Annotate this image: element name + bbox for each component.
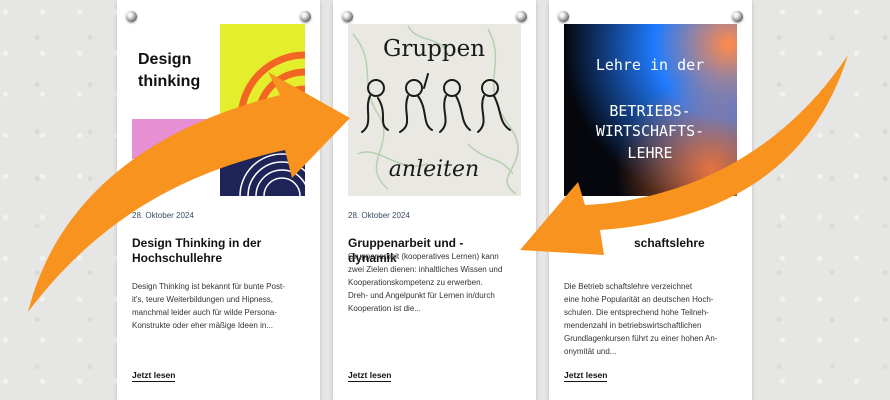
card-title-line: Gruppenarbeit und - (348, 236, 464, 250)
card-title-line: Design Thinking in der (132, 236, 262, 250)
excerpt-line: Kooperationskompetenz zu erwerben. (348, 278, 483, 287)
excerpt-line: Design Thinking ist bekannt für bunte Po… (132, 282, 285, 291)
article-image[interactable]: Gruppen anleiten (348, 24, 521, 196)
image-title-line1: Lehre in der (596, 56, 704, 74)
card-date: 28. Oktober 2024 (132, 211, 194, 220)
excerpt-line: Die Betrieb schaftslehre verzeichnet (564, 282, 693, 291)
excerpt-line: Konstrukte oder eher mäßige Ideen in... (132, 321, 273, 330)
article-image[interactable]: Lehre in der BETRIEBS- WIRTSCHAFTS- LEHR… (564, 24, 737, 196)
image-title-line2: BETRIEBS- (609, 102, 690, 120)
image-title-line4: LEHRE (627, 144, 672, 162)
read-more-link[interactable]: Jetzt lesen (348, 370, 392, 382)
read-more-link[interactable]: Jetzt lesen (132, 370, 176, 382)
pin-icon (342, 11, 353, 22)
image-title-line1: Design (138, 51, 191, 68)
excerpt-line: Kooperation ist die... (348, 304, 421, 313)
card-title[interactable]: Design Thinking in der Hochschullehre (132, 236, 307, 266)
pin-icon (126, 11, 137, 22)
article-card-betriebswirtschaftslehre[interactable]: Lehre in der BETRIEBS- WIRTSCHAFTS- LEHR… (549, 0, 752, 400)
image-title-line2: anleiten (389, 157, 479, 182)
image-title-line1: Gruppen (383, 36, 485, 62)
article-card-design-thinking[interactable]: Design thinking 28. Oktober 2024 Design … (117, 0, 320, 400)
excerpt-line: Dreh- und Angelpunkt für Lernen in/durch (348, 291, 495, 300)
card-title-line: schaftslehre (634, 236, 705, 250)
pin-icon (732, 11, 743, 22)
excerpt-line: manchmal leider auch für wilde Persona- (132, 308, 277, 317)
card-title[interactable]: schaftslehre (564, 236, 739, 251)
excerpt-line: mendenzahl in betriebswirtschaftlichen (564, 321, 702, 330)
read-more-link[interactable]: Jetzt lesen (564, 370, 608, 382)
excerpt-line: zwei Zielen dienen: inhaltliches Wissen … (348, 265, 503, 274)
excerpt-line: Grundlagenkursen führt zu einer hohen An… (564, 334, 718, 343)
excerpt-line: onymität und... (564, 347, 617, 356)
excerpt-line: eine hohe Popularität an deutschen Hoch- (564, 295, 714, 304)
excerpt-line: schulen. Die entsprechend hohe Teilneh- (564, 308, 709, 317)
article-card-gruppenarbeit[interactable]: Gruppen anleiten 28. Oktober 2024 Gruppe… (333, 0, 536, 400)
card-date: 28. Oktober 2024 (348, 211, 410, 220)
pin-icon (300, 11, 311, 22)
excerpt-line: it's, teure Weiterbildungen und Hipness, (132, 295, 274, 304)
card-excerpt: Design Thinking ist bekannt für bunte Po… (132, 280, 307, 332)
card-title-line: Hochschullehre (132, 251, 223, 265)
article-image[interactable]: Design thinking (132, 24, 305, 196)
excerpt-line: Gruppenarbeit (kooperatives Lernen) kann (348, 252, 499, 261)
pin-icon (516, 11, 527, 22)
pin-icon (558, 11, 569, 22)
card-excerpt: Gruppenarbeit (kooperatives Lernen) kann… (348, 250, 523, 315)
image-title-line3: WIRTSCHAFTS- (596, 122, 704, 140)
card-excerpt: Die Betrieb schaftslehre verzeichnet ein… (564, 280, 739, 358)
image-title-line2: thinking (138, 73, 200, 90)
